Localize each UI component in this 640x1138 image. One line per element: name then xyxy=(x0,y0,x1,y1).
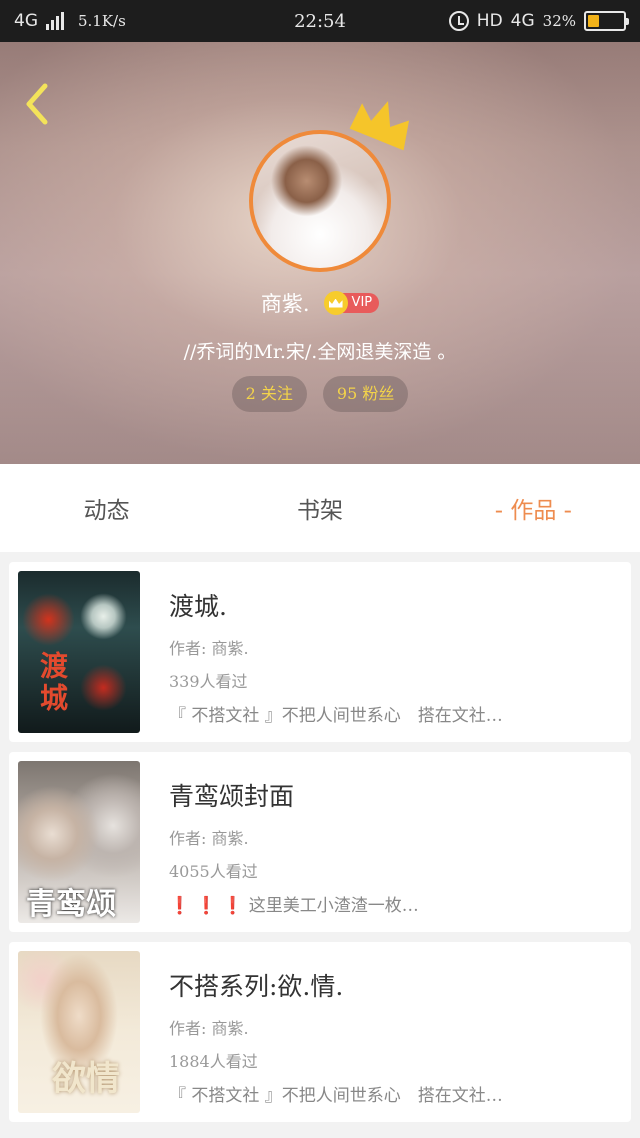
chevron-left-icon xyxy=(26,83,48,125)
cover-title: 渡城 xyxy=(36,651,69,715)
hd-indicator: HD xyxy=(476,11,503,31)
work-title: 不搭系列:欲.情. xyxy=(169,972,344,1001)
stats-row: 2 关注 95 粉丝 xyxy=(0,376,640,412)
work-card[interactable]: 欲情 不搭系列:欲.情. 作者: 商紫. 1884人看过 『 不搭文社 』不把人… xyxy=(9,942,631,1122)
status-bar: 4G 5.1K/s 22:54 HD 4G 32% xyxy=(0,0,640,42)
tab-activity[interactable]: 动态 xyxy=(0,491,213,525)
following-button[interactable]: 2 关注 xyxy=(231,376,307,412)
cover-title: 青鸾颂 xyxy=(26,887,116,922)
vip-badge[interactable]: VIP xyxy=(323,291,380,315)
network-type: 4G xyxy=(14,11,38,31)
work-card[interactable]: 渡城 渡城. 作者: 商紫. 339人看过 『 不搭文社 』不把人间世系心 搭在… xyxy=(9,562,631,742)
battery-fill xyxy=(588,15,599,27)
work-info: 渡城. 作者: 商紫. 339人看过 『 不搭文社 』不把人间世系心 搭在文社… xyxy=(169,571,622,733)
battery-percent: 32% xyxy=(542,12,576,30)
work-description: 『 不搭文社 』不把人间世系心 搭在文社… xyxy=(169,1086,503,1106)
work-author: 作者: 商紫. xyxy=(169,829,249,848)
work-info: 青鸾颂封面 作者: 商紫. 4055人看过 ❗ ❗ ❗ 这里美工小渣渣一枚… xyxy=(169,761,622,923)
work-info: 不搭系列:欲.情. 作者: 商紫. 1884人看过 『 不搭文社 』不把人间世系… xyxy=(169,951,622,1113)
profile-header: 商紫. VIP //乔词的Mr.宋/.全网退美深造 。 2 关注 95 粉丝 xyxy=(0,42,640,464)
work-views: 339人看过 xyxy=(169,672,248,691)
work-title: 渡城. xyxy=(169,592,227,621)
alarm-icon xyxy=(448,11,469,31)
work-author: 作者: 商紫. xyxy=(169,1019,249,1038)
work-description: ❗ ❗ ❗ 这里美工小渣渣一枚… xyxy=(169,896,419,916)
work-title: 青鸾颂封面 xyxy=(169,782,295,811)
signal-icon xyxy=(46,12,64,30)
book-cover[interactable]: 渡城 xyxy=(18,571,140,733)
work-views: 4055人看过 xyxy=(169,862,258,881)
work-description: 『 不搭文社 』不把人间世系心 搭在文社… xyxy=(169,706,503,726)
work-author: 作者: 商紫. xyxy=(169,639,249,658)
vip-crown-icon xyxy=(323,291,348,315)
network-speed: 5.1K/s xyxy=(78,12,126,30)
tab-bookshelf[interactable]: 书架 xyxy=(213,491,426,525)
book-cover[interactable]: 青鸾颂 xyxy=(18,761,140,923)
work-views: 1884人看过 xyxy=(169,1052,258,1071)
network-type-right: 4G xyxy=(510,11,535,31)
back-button[interactable] xyxy=(14,82,58,126)
signature: //乔词的Mr.宋/.全网退美深造 。 xyxy=(183,341,457,363)
avatar-wrap[interactable] xyxy=(249,101,410,272)
works-list: 渡城 渡城. 作者: 商紫. 339人看过 『 不搭文社 』不把人间世系心 搭在… xyxy=(9,562,631,1132)
tab-bar: 动态 书架 - 作品 - xyxy=(0,464,640,552)
tab-works[interactable]: - 作品 - xyxy=(427,491,640,525)
book-cover[interactable]: 欲情 xyxy=(18,951,140,1113)
cover-title: 欲情 xyxy=(52,1059,120,1099)
nickname-row: 商紫. VIP xyxy=(0,288,640,318)
battery-icon xyxy=(584,11,629,31)
nickname: 商紫. xyxy=(260,292,310,316)
crown-icon xyxy=(349,101,410,151)
work-card[interactable]: 青鸾颂 青鸾颂封面 作者: 商紫. 4055人看过 ❗ ❗ ❗ 这里美工小渣渣一… xyxy=(9,752,631,932)
followers-button[interactable]: 95 粉丝 xyxy=(322,376,409,412)
